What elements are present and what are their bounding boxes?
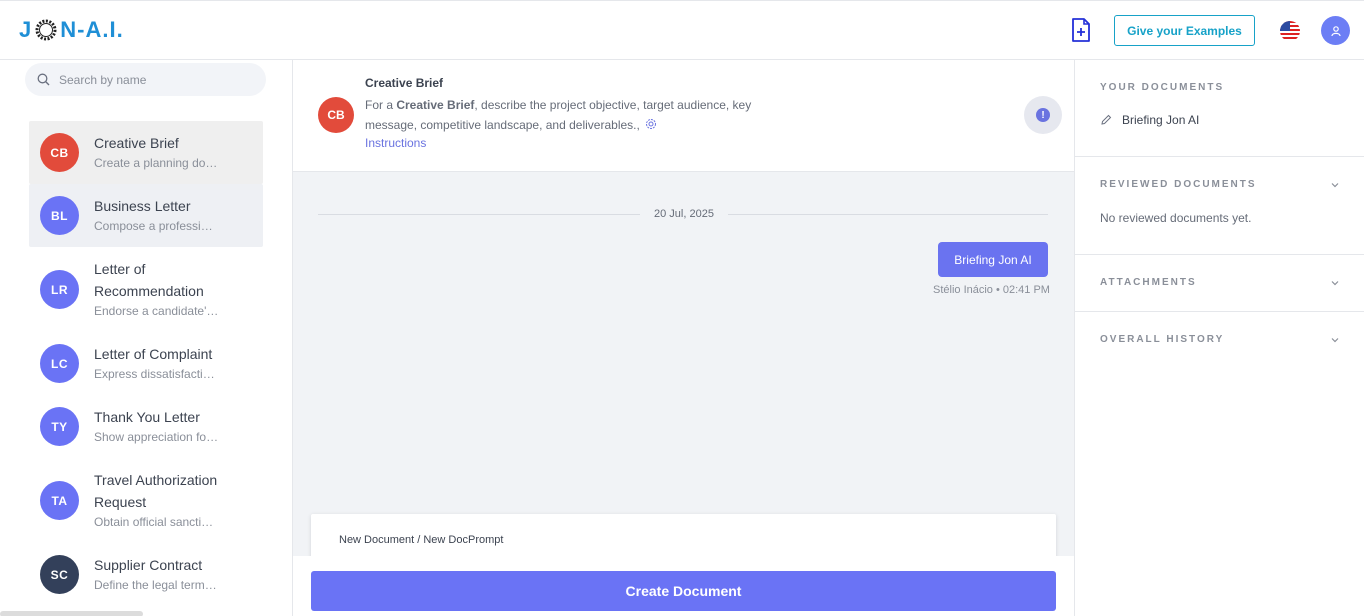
overall-history-section[interactable]: OVERALL HISTORY (1075, 312, 1364, 369)
list-item-subtitle: Obtain official sanction for travel (94, 515, 219, 529)
list-item-title: Creative Brief (94, 135, 179, 151)
list-item-title: Letter of Recommendation (94, 261, 204, 299)
pencil-icon (1101, 114, 1112, 125)
list-item-title: Thank You Letter (94, 409, 200, 425)
avatar: SC (40, 555, 79, 594)
info-icon: ! (1036, 108, 1050, 122)
reviewed-documents-section[interactable]: REVIEWED DOCUMENTS No reviewed documents… (1075, 157, 1364, 255)
info-button[interactable]: ! (1024, 96, 1062, 134)
chevron-down-icon[interactable] (1330, 180, 1340, 190)
search-input[interactable] (59, 72, 249, 87)
reviewed-documents-title: REVIEWED DOCUMENTS (1100, 179, 1257, 190)
logo[interactable]: J N-A.I. (19, 17, 124, 43)
attachments-section[interactable]: ATTACHMENTS (1075, 255, 1364, 312)
message-meta: Stélio Inácio • 02:41 PM (933, 284, 1050, 296)
list-item-subtitle: Define the legal terms of supply (94, 578, 219, 592)
overall-history-title: OVERALL HISTORY (1100, 334, 1225, 345)
message-bubble[interactable]: Briefing Jon AI (938, 242, 1048, 277)
list-item-travel-authorization-request[interactable]: TA Travel Authorization Request Obtain o… (29, 458, 263, 543)
right-sidebar: YOUR DOCUMENTS Briefing Jon AI REVIEWED … (1074, 60, 1364, 616)
list-item-letter-of-recommendation[interactable]: LR Letter of Recommendation Endorse a ca… (29, 247, 263, 332)
avatar: LC (40, 344, 79, 383)
list-item-business-letter[interactable]: BL Business Letter Compose a professiona… (29, 184, 263, 247)
list-item-subtitle: Show appreciation for someone (94, 430, 219, 444)
document-brief-header: CB Creative Brief For a Creative Brief, … (293, 60, 1074, 172)
list-item-title: Business Letter (94, 198, 191, 214)
new-document-icon[interactable] (1071, 18, 1091, 42)
list-item-supplier-contract[interactable]: SC Supplier Contract Define the legal te… (29, 543, 263, 606)
us-flag-icon[interactable] (1280, 21, 1300, 41)
list-item-thank-you-letter[interactable]: TY Thank You Letter Show appreciation fo… (29, 395, 263, 458)
prompt-path: New Document / New DocPrompt (339, 534, 504, 546)
list-item-subtitle: Express dissatisfaction with a service (94, 367, 219, 381)
brief-title: Creative Brief (365, 76, 444, 90)
gear-logo-icon (35, 19, 57, 41)
brief-description: For a Creative Brief, describe the proje… (365, 98, 752, 132)
list-item-title: Letter of Complaint (94, 346, 213, 362)
list-item-subtitle: Create a planning document for a creativ… (94, 156, 219, 170)
list-item-title: Supplier Contract (94, 557, 203, 573)
list-item-letter-of-complaint[interactable]: LC Letter of Complaint Express dissatisf… (29, 332, 263, 395)
your-documents-section: YOUR DOCUMENTS Briefing Jon AI (1075, 60, 1364, 157)
top-bar: J N-A.I. Give your Examples (0, 0, 1364, 60)
no-reviewed-text: No reviewed documents yet. (1100, 211, 1252, 225)
document-item[interactable]: Briefing Jon AI (1100, 113, 1199, 127)
search-box[interactable] (25, 63, 266, 96)
user-avatar[interactable] (1321, 16, 1350, 45)
list-item-subtitle: Endorse a candidate's qualifications (94, 304, 219, 318)
avatar: BL (40, 196, 79, 235)
settings-icon[interactable] (645, 118, 657, 130)
date-label: 20 Jul, 2025 (640, 208, 728, 220)
avatar: TA (40, 481, 79, 520)
list-item-subtitle: Compose a professional business letter (94, 219, 219, 233)
avatar: CB (40, 133, 79, 172)
search-icon (37, 73, 50, 86)
avatar: LR (40, 270, 79, 309)
chevron-down-icon[interactable] (1330, 278, 1340, 288)
list-item-title: Travel Authorization Request (94, 472, 218, 510)
give-examples-button[interactable]: Give your Examples (1114, 15, 1255, 46)
horizontal-scrollbar[interactable] (0, 611, 143, 616)
chat-area: 20 Jul, 2025 Briefing Jon AI Stélio Inác… (293, 172, 1074, 570)
create-document-button[interactable]: Create Document (311, 571, 1056, 611)
left-sidebar: CB Creative Brief Create a planning docu… (0, 60, 293, 616)
your-documents-title: YOUR DOCUMENTS (1100, 82, 1225, 93)
brief-avatar: CB (318, 97, 354, 133)
instructions-link[interactable]: Instructions (365, 136, 426, 150)
chevron-down-icon[interactable] (1330, 335, 1340, 345)
avatar: TY (40, 407, 79, 446)
attachments-title: ATTACHMENTS (1100, 277, 1197, 288)
list-item-creative-brief[interactable]: CB Creative Brief Create a planning docu… (29, 121, 263, 184)
user-icon (1330, 25, 1341, 36)
